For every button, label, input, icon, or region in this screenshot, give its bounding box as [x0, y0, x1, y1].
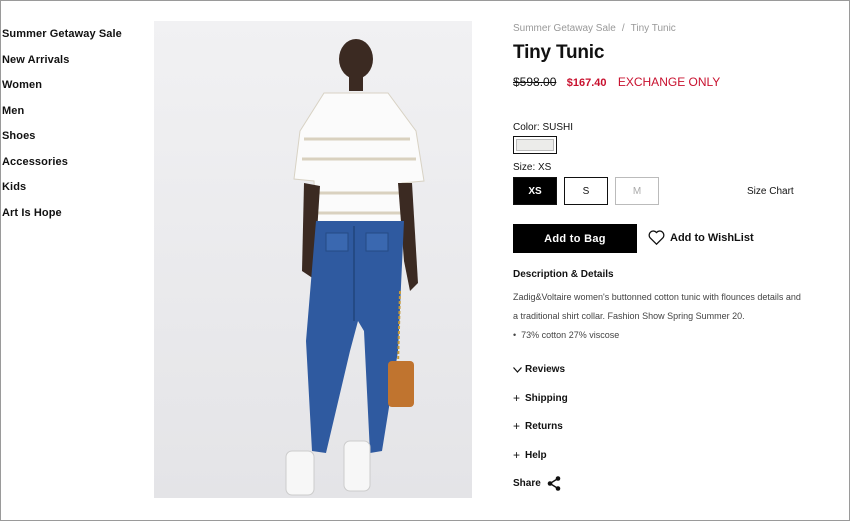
accordion-reviews[interactable]: Reviews	[513, 362, 565, 376]
category-sidebar: Summer Getaway Sale New Arrivals Women M…	[2, 26, 122, 230]
heart-icon	[648, 230, 665, 245]
size-option-xs[interactable]: XS	[513, 177, 557, 205]
color-label: Color: SUSHI	[513, 122, 574, 133]
share-label: Share	[513, 478, 541, 489]
breadcrumb-parent[interactable]: Summer Getaway Sale	[513, 23, 616, 34]
add-to-bag-button[interactable]: Add to Bag	[513, 224, 637, 253]
add-to-wishlist-button[interactable]: Add to WishList	[648, 230, 754, 245]
product-title: Tiny Tunic	[513, 42, 605, 63]
accordion-returns-label: Returns	[525, 420, 563, 432]
size-option-s[interactable]: S	[564, 177, 608, 205]
plus-icon: +	[513, 419, 521, 433]
sidebar-item-shoes[interactable]: Shoes	[2, 128, 122, 154]
product-image[interactable]	[154, 21, 472, 498]
description-text: Zadig&Voltaire women's buttonned cotton …	[513, 292, 801, 321]
size-chart-link[interactable]: Size Chart	[747, 186, 794, 197]
plus-icon: +	[513, 391, 521, 405]
accordion-help-label: Help	[525, 449, 547, 461]
price-row: $598.00 $167.40 EXCHANGE ONLY	[513, 75, 720, 89]
accordion-returns[interactable]: + Returns	[513, 419, 563, 433]
plus-icon: +	[513, 448, 521, 462]
description-heading: Description & Details	[513, 269, 614, 280]
wishlist-label: Add to WishList	[670, 231, 754, 244]
composition-text: 73% cotton 27% viscose	[521, 330, 620, 340]
size-label: Size: XS	[513, 162, 552, 173]
breadcrumb: Summer Getaway Sale / Tiny Tunic	[513, 23, 676, 34]
sidebar-item-women[interactable]: Women	[2, 77, 122, 103]
bullet-icon: •	[513, 330, 522, 340]
share-icon	[547, 476, 561, 491]
swatch-fill	[516, 139, 554, 151]
breadcrumb-separator: /	[621, 23, 625, 34]
accordion-shipping-label: Shipping	[525, 392, 568, 404]
sidebar-item-kids[interactable]: Kids	[2, 179, 122, 205]
chevron-down-icon	[513, 362, 523, 376]
sidebar-item-art-is-hope[interactable]: Art Is Hope	[2, 205, 122, 231]
accordion-shipping[interactable]: + Shipping	[513, 391, 568, 405]
breadcrumb-current[interactable]: Tiny Tunic	[631, 23, 676, 34]
color-swatch-sushi[interactable]	[513, 136, 557, 154]
sidebar-item-new-arrivals[interactable]: New Arrivals	[2, 52, 122, 78]
sidebar-item-men[interactable]: Men	[2, 103, 122, 129]
accordion-reviews-label: Reviews	[525, 363, 566, 375]
original-price: $598.00	[513, 75, 557, 89]
sale-price: $167.40	[566, 77, 607, 89]
accordion-help[interactable]: + Help	[513, 448, 547, 462]
sidebar-item-accessories[interactable]: Accessories	[2, 154, 122, 180]
model-illustration	[154, 21, 472, 498]
size-option-m[interactable]: M	[615, 177, 659, 205]
sidebar-item-summer-getaway-sale[interactable]: Summer Getaway Sale	[2, 26, 122, 52]
share-button[interactable]: Share	[513, 476, 561, 491]
availability-note: EXCHANGE ONLY	[617, 75, 721, 89]
description-bullet: • 73% cotton 27% viscose	[513, 330, 619, 340]
